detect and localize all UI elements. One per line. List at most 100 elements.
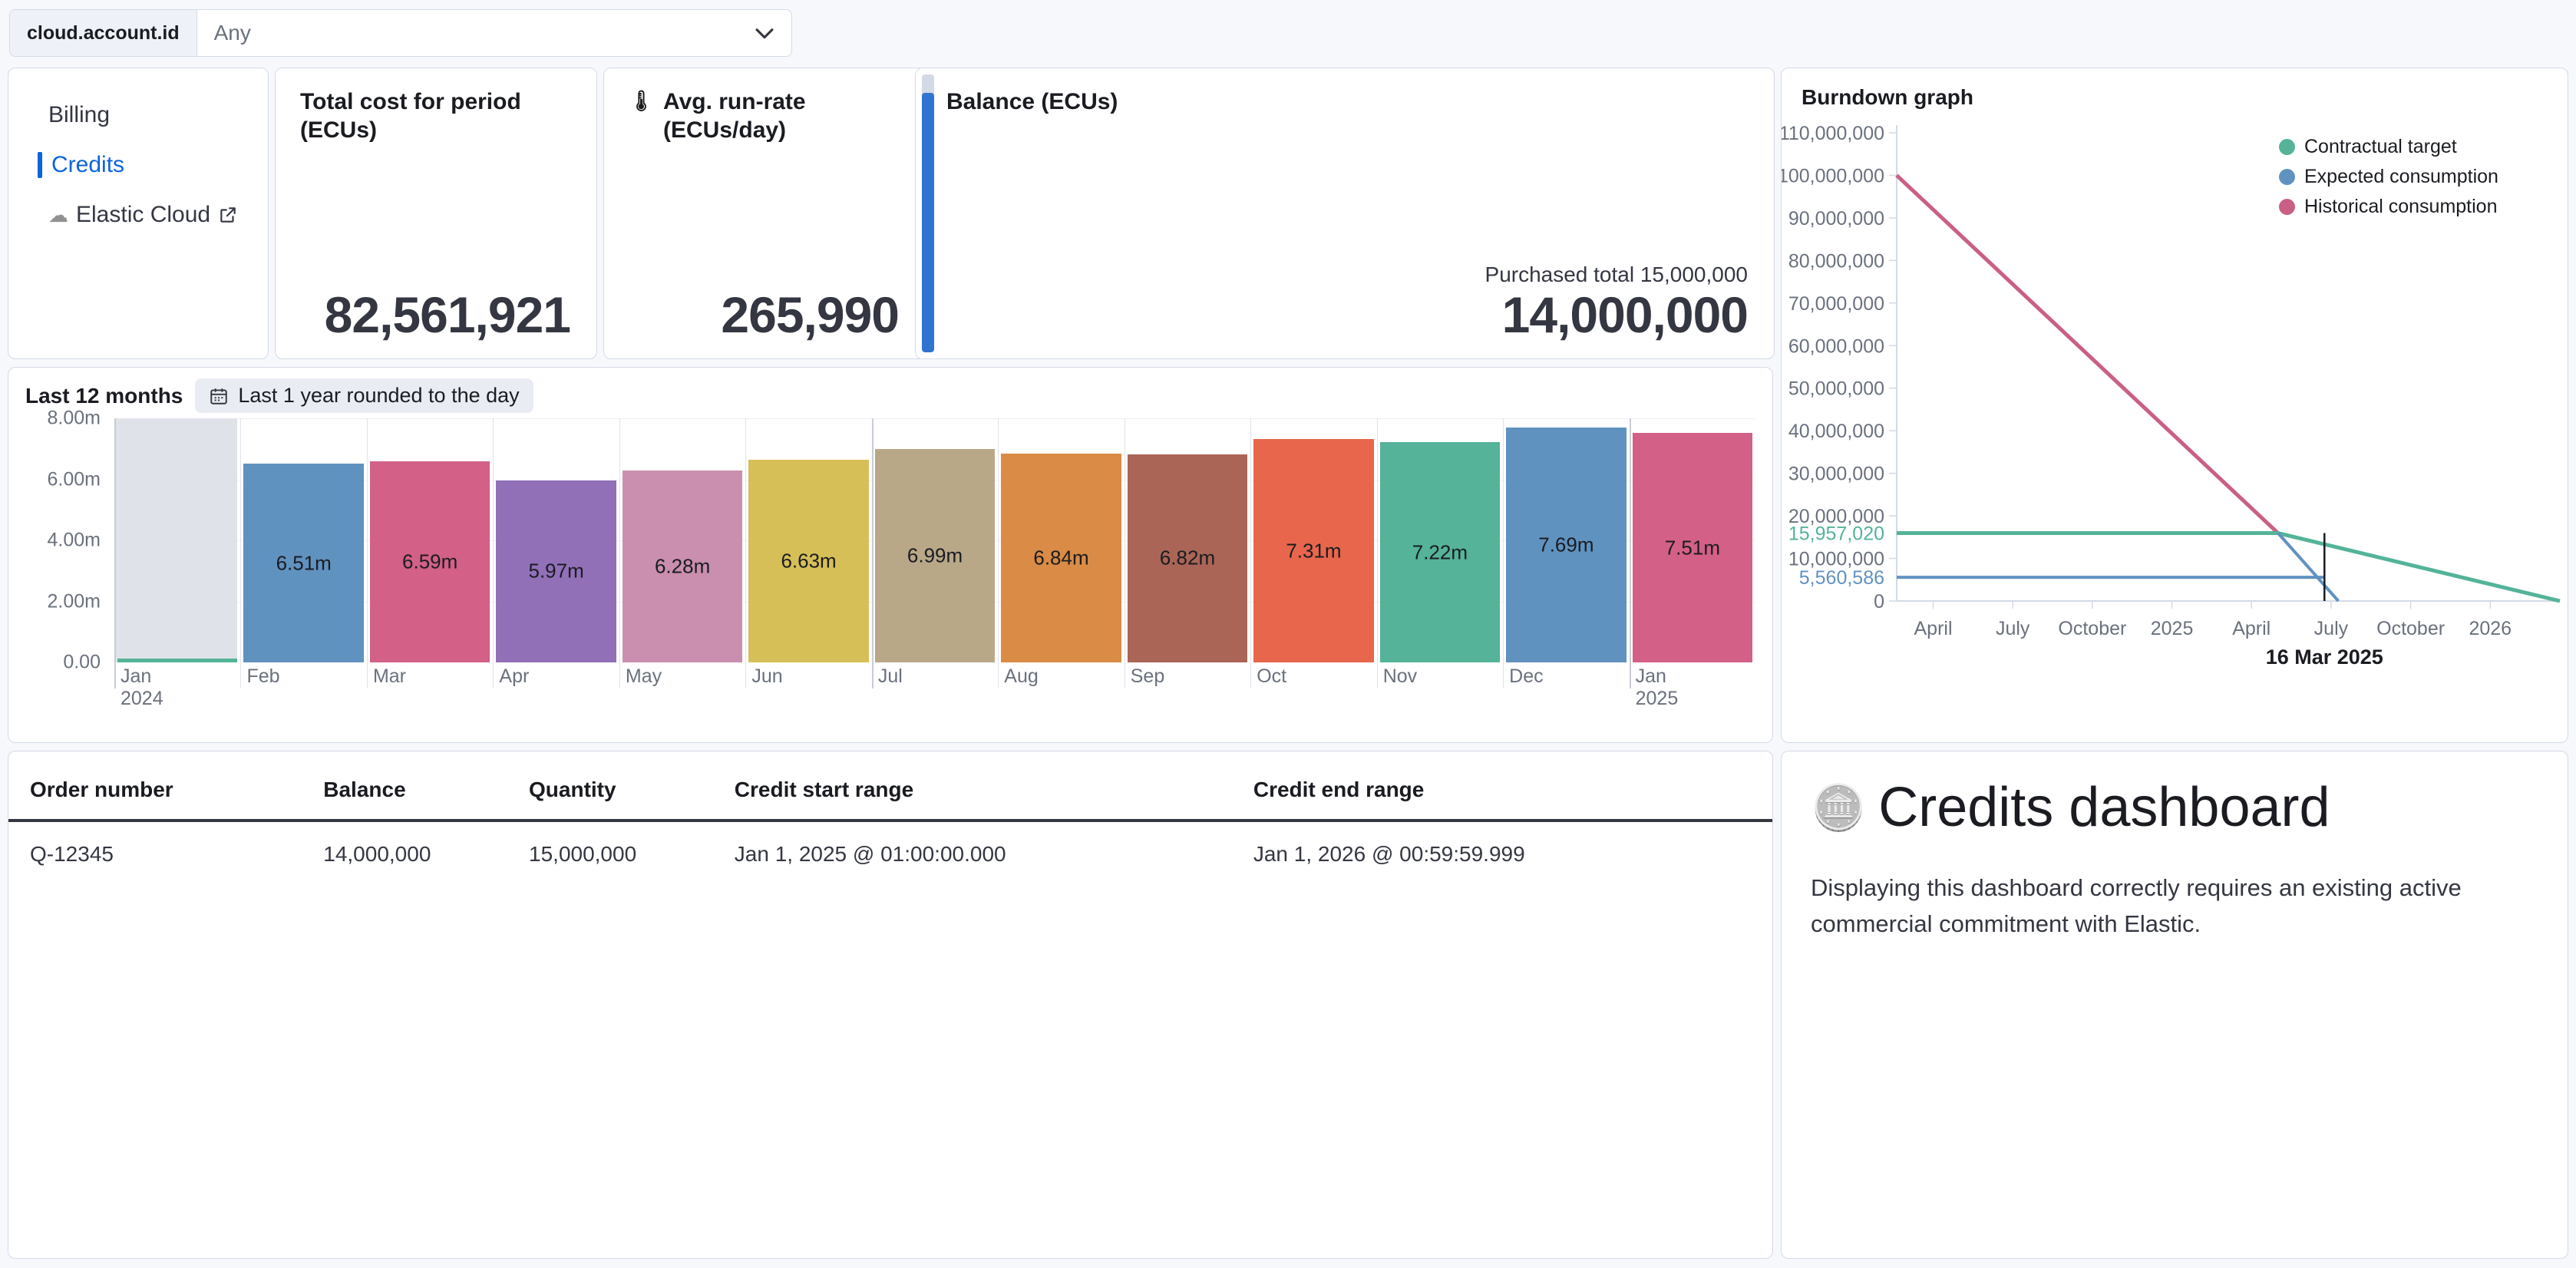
x-axis-tick: April bbox=[2232, 618, 2271, 639]
bar[interactable]: 6.84m bbox=[1001, 454, 1121, 662]
bar[interactable]: 6.82m bbox=[1127, 454, 1248, 662]
y-axis-tick: 70,000,000 bbox=[1788, 293, 1884, 315]
metric-value: 14,000,000 bbox=[1501, 286, 1749, 343]
x-axis-tick: Jul bbox=[877, 665, 903, 687]
legend-label: Historical consumption bbox=[2304, 196, 2498, 217]
bar-column[interactable] bbox=[114, 418, 240, 688]
bar-column[interactable]: 6.82m bbox=[1124, 418, 1250, 688]
legend-item[interactable]: Historical consumption bbox=[2279, 196, 2498, 218]
table-cell: Jan 1, 2026 @ 00:59:59.999 bbox=[1253, 842, 1525, 866]
bars-panel-title: Last 12 months bbox=[25, 383, 183, 408]
thermometer-icon: 🌡 bbox=[629, 89, 655, 112]
nav-item-billing[interactable]: Billing bbox=[42, 102, 268, 127]
bar-chart-y-axis: 0.00 2.00m 4.00m 6.00m 8.00m bbox=[8, 408, 110, 673]
bar-column[interactable]: 6.63m bbox=[745, 418, 871, 688]
series-expected-consumption bbox=[2277, 532, 2340, 603]
metric-value: 82,561,921 bbox=[324, 286, 571, 343]
metric-avg-run-rate: 🌡 Avg. run-rate (ECUs/day) 265,990 bbox=[603, 68, 926, 359]
bar-value-label: 6.99m bbox=[907, 543, 963, 567]
y-axis-tick: 2.00m bbox=[47, 590, 101, 612]
x-axis-tick: April bbox=[1914, 618, 1953, 639]
table-column-header[interactable]: Order number bbox=[8, 751, 324, 822]
table-column-header[interactable]: Balance bbox=[323, 751, 530, 822]
y-axis-tick: 0 bbox=[1874, 591, 1884, 613]
bar-chart[interactable]: 0.00 2.00m 4.00m 6.00m 8.00m 6.51m 6.59m 5.97m… bbox=[8, 408, 1772, 742]
bar-value-label: 6.63m bbox=[781, 549, 837, 573]
chevron-down-icon[interactable] bbox=[738, 10, 791, 56]
filter-value[interactable]: Any bbox=[197, 10, 738, 56]
bar-value-label: 6.28m bbox=[654, 554, 711, 578]
metric-subtitle: Purchased total 15,000,000 bbox=[1485, 262, 1748, 286]
y-axis-tick: 40,000,000 bbox=[1788, 421, 1884, 442]
y-axis-tick: 80,000,000 bbox=[1788, 250, 1884, 272]
y-axis-tick: 50,000,000 bbox=[1788, 378, 1884, 400]
bar[interactable]: 6.51m bbox=[243, 464, 364, 662]
y-axis-highlight-tick: 5,560,586 bbox=[1799, 567, 1884, 589]
y-axis-tick: 8.00m bbox=[47, 407, 101, 429]
bar[interactable]: 7.31m bbox=[1253, 439, 1374, 662]
navigation-panel: Billing Credits ☁ Elastic Cloud bbox=[8, 68, 269, 359]
legend-label: Contractual target bbox=[2304, 136, 2457, 157]
x-axis-tick: Apr bbox=[499, 665, 530, 687]
legend-color-swatch bbox=[2279, 139, 2295, 155]
x-axis-tick: October bbox=[2376, 618, 2445, 639]
table-column-header[interactable]: Credit start range bbox=[734, 751, 1253, 822]
bar[interactable]: 7.51m bbox=[1632, 433, 1753, 662]
bar[interactable]: 7.69m bbox=[1506, 428, 1627, 662]
bar-hover-highlight bbox=[116, 418, 238, 662]
legend-label: Expected consumption bbox=[2304, 166, 2498, 187]
x-axis-tick: Oct bbox=[1257, 665, 1287, 687]
bar[interactable]: 6.59m bbox=[369, 461, 490, 662]
marker-label: 16 Mar 2025 bbox=[2266, 646, 2383, 669]
bar-column[interactable]: 7.31m bbox=[1250, 418, 1376, 688]
burndown-title: Burndown graph bbox=[1802, 85, 1973, 109]
bar-column[interactable]: 6.28m bbox=[619, 418, 745, 688]
table-cell: Q-12345 bbox=[30, 842, 114, 866]
calendar-icon bbox=[209, 386, 229, 406]
bar-column[interactable]: 6.51m bbox=[240, 418, 366, 688]
table-row[interactable]: Q-12345 14,000,000 15,000,000 Jan 1, 2025 @… bbox=[8, 821, 1772, 887]
legend-item[interactable]: Contractual target bbox=[2279, 136, 2498, 158]
nav-item-elastic-cloud[interactable]: ☁ Elastic Cloud bbox=[42, 202, 268, 227]
legend-color-swatch bbox=[2279, 169, 2295, 185]
time-range-label: Last 1 year rounded to the day bbox=[238, 384, 520, 407]
bar[interactable] bbox=[117, 659, 238, 662]
table-column-header[interactable]: Credit end range bbox=[1253, 751, 1772, 822]
bar[interactable]: 5.97m bbox=[496, 480, 616, 662]
table-header-row: Order number Balance Quantity Credit start … bbox=[8, 751, 1772, 822]
y-axis-tick: 100,000,000 bbox=[1782, 165, 1884, 187]
bar-column[interactable]: 6.99m bbox=[871, 418, 998, 688]
table-column-header[interactable]: Quantity bbox=[529, 751, 735, 822]
time-range-badge[interactable]: Last 1 year rounded to the day bbox=[195, 378, 533, 413]
metric-title: Total cost for period (ECUs) bbox=[300, 89, 521, 143]
nav-item-label: Elastic Cloud bbox=[76, 202, 211, 227]
bar[interactable]: 7.22m bbox=[1379, 442, 1501, 662]
bar-value-label: 6.82m bbox=[1159, 546, 1216, 570]
table-cell: 14,000,000 bbox=[323, 842, 431, 866]
bar-column[interactable]: 5.97m bbox=[493, 418, 619, 688]
bar[interactable]: 6.28m bbox=[622, 471, 743, 662]
bar-column[interactable]: 7.51m bbox=[1629, 418, 1755, 688]
x-axis-tick: Mar bbox=[372, 665, 406, 687]
bar-value-label: 6.84m bbox=[1033, 546, 1089, 570]
nav-item-credits[interactable]: Credits bbox=[38, 152, 268, 178]
x-axis-tick: July bbox=[2314, 618, 2349, 639]
bar-column[interactable]: 6.84m bbox=[998, 418, 1124, 688]
bar-column[interactable]: 7.69m bbox=[1503, 418, 1629, 688]
filter-pill[interactable]: cloud.account.id Any bbox=[9, 9, 792, 57]
bar[interactable]: 6.63m bbox=[748, 460, 869, 662]
bar-value-label: 7.69m bbox=[1538, 533, 1594, 556]
bar-value-label: 5.97m bbox=[528, 559, 584, 583]
x-axis-tick: Jan 2024 bbox=[121, 665, 163, 709]
x-axis-tick: Feb bbox=[246, 665, 280, 687]
filter-field-label: cloud.account.id bbox=[10, 10, 197, 56]
legend-item[interactable]: Expected consumption bbox=[2279, 166, 2498, 188]
y-axis-tick: 90,000,000 bbox=[1788, 208, 1884, 229]
bar-column[interactable]: 6.59m bbox=[366, 418, 493, 688]
metric-value: 265,990 bbox=[721, 286, 900, 343]
bar-column[interactable]: 7.22m bbox=[1376, 418, 1503, 688]
bar[interactable]: 6.99m bbox=[874, 449, 996, 662]
markdown-body: Displaying this dashboard correctly requ… bbox=[1811, 874, 2462, 937]
bar-value-label: 6.51m bbox=[276, 551, 332, 575]
x-axis-tick: Dec bbox=[1509, 665, 1544, 687]
